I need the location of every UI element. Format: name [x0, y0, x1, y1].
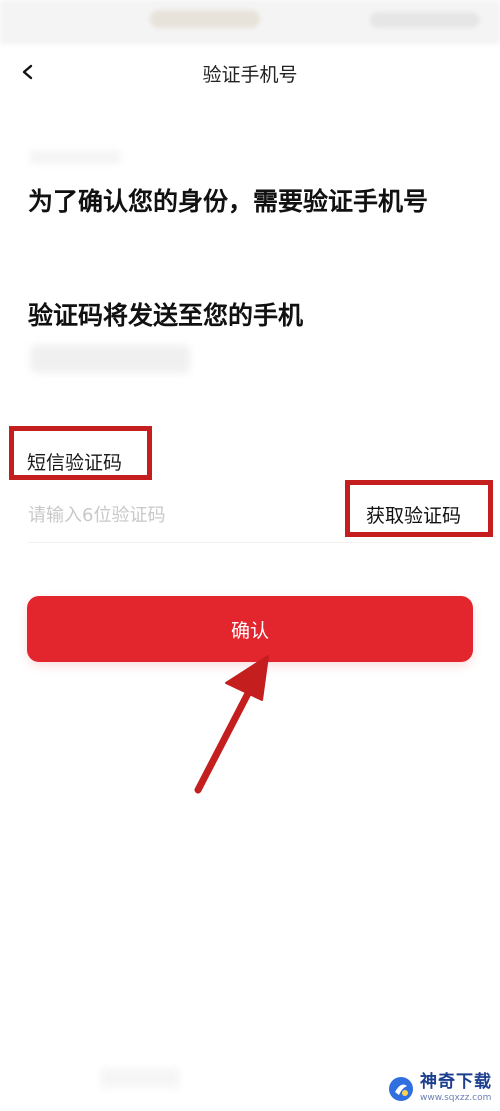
identity-heading: 为了确认您的身份，需要验证手机号 — [28, 187, 429, 216]
confirm-button-label: 确认 — [230, 619, 269, 642]
status-bar — [0, 0, 500, 44]
watermark-logo-icon — [389, 1076, 413, 1101]
watermark-name: 神奇下载 — [420, 1072, 492, 1092]
status-bar-left-blur — [150, 10, 260, 28]
watermark: 神奇下载 www.sqxzz.com — [388, 1074, 492, 1103]
sms-code-input[interactable] — [28, 498, 328, 532]
page-title: 验证手机号 — [202, 64, 298, 86]
status-bar-right-blur — [370, 12, 480, 28]
nav-bar: 验证手机号 — [0, 48, 500, 100]
sms-code-label: 短信验证码 — [27, 452, 123, 474]
get-code-button[interactable]: 获取验证码 — [366, 501, 461, 528]
watermark-url: www.sqxzz.com — [420, 1093, 492, 1103]
masked-phone-number — [30, 345, 190, 373]
blurred-content — [100, 1068, 180, 1088]
annotation-arrow-icon — [194, 655, 269, 794]
input-divider — [28, 542, 472, 543]
send-heading: 验证码将发送至您的手机 — [28, 301, 304, 330]
confirm-button[interactable]: 确认 — [27, 596, 473, 662]
blurred-content — [30, 150, 120, 164]
